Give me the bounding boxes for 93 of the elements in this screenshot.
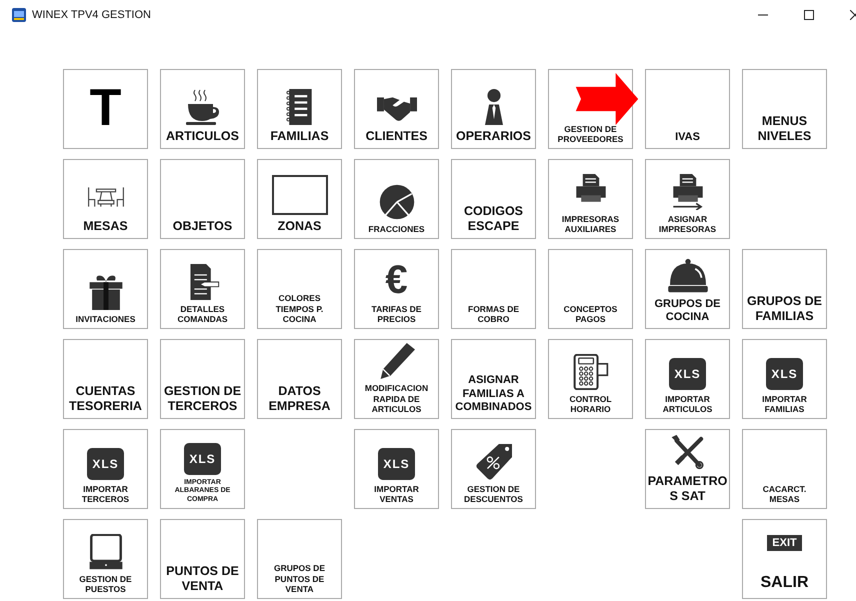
tile-label: OBJETOS [172, 219, 232, 234]
tile-label: OPERARIOS [456, 129, 531, 144]
menu-tile[interactable]: GRUPOS DE COCINA [645, 249, 730, 329]
spreadsheet-file-icon: XLS [766, 358, 803, 390]
menu-tile[interactable]: CODIGOS ESCAPE [451, 159, 536, 239]
maximize-icon[interactable] [804, 10, 814, 20]
spreadsheet-file-icon: XLS [184, 442, 221, 475]
menu-tile[interactable]: GESTION DE TERCEROS [160, 339, 245, 419]
tile-label: CACARCT. MESAS [762, 484, 806, 504]
menu-tile[interactable]: IMPRESORAS AUXILIARES [548, 159, 633, 239]
tile-label: GESTION DE TERCEROS [164, 384, 242, 414]
menu-tile[interactable]: € TARIFAS DE PRECIOS [354, 249, 439, 329]
tile-label: IVAS [675, 130, 700, 144]
menu-tile[interactable]: CONTROL HORARIO [548, 339, 633, 419]
menu-tile[interactable]: OPERARIOS [451, 69, 536, 149]
tile-label: GESTION DE PROVEEDORES [558, 124, 624, 144]
menu-tile[interactable]: DATOS EMPRESA [257, 339, 342, 419]
discount-tag-icon [474, 444, 514, 480]
tile-label: COLORES TIEMPOS P. COCINA [276, 293, 324, 324]
rectangle-icon [272, 175, 328, 215]
tile-label: PUNTOS DE VENTA [166, 564, 239, 594]
tile-label: CONCEPTOS PAGOS [564, 304, 618, 324]
tile-label: INVITACIONES [76, 314, 136, 324]
menu-tile[interactable]: EXIT SALIR [742, 519, 827, 599]
letter-icon: T [90, 82, 122, 134]
serving-cloche-icon [668, 258, 708, 294]
tile-label: CODIGOS ESCAPE [464, 204, 524, 234]
tile-label: MESAS [83, 219, 128, 234]
menu-tile[interactable]: CONCEPTOS PAGOS [548, 249, 633, 329]
menu-tile[interactable]: MESAS [63, 159, 148, 239]
menu-tile[interactable]: XLS IMPORTAR TERCEROS [63, 429, 148, 509]
spreadsheet-file-icon: XLS [378, 448, 415, 480]
tile-label: FRACCIONES [368, 224, 425, 234]
menu-tile[interactable]: GRUPOS DE PUNTOS DE VENTA [257, 519, 342, 599]
tile-label: CLIENTES [366, 129, 428, 144]
window-title: WINEX TPV4 GESTION [32, 9, 151, 21]
euro-icon: € [385, 260, 408, 300]
tile-label: IMPORTAR FAMILIAS [762, 394, 807, 414]
tile-label: GESTION DE DESCUENTOS [464, 484, 523, 504]
menu-tile[interactable]: COLORES TIEMPOS P. COCINA [257, 249, 342, 329]
menu-tile[interactable]: ZONAS [257, 159, 342, 239]
tile-label: DETALLES COMANDAS [177, 304, 228, 324]
menu-tile[interactable]: PUNTOS DE VENTA [160, 519, 245, 599]
menu-tile[interactable]: DETALLES COMANDAS [160, 249, 245, 329]
menu-tile[interactable]: OBJETOS [160, 159, 245, 239]
menu-tile[interactable]: CUENTAS TESORERIA [63, 339, 148, 419]
menu-tile[interactable]: GESTION DE DESCUENTOS [451, 429, 536, 509]
tile-label: CUENTAS TESORERIA [69, 384, 142, 414]
menu-tile[interactable]: CLIENTES [354, 69, 439, 149]
tile-label: ARTICULOS [166, 129, 239, 144]
menu-tile[interactable]: FAMILIAS [257, 69, 342, 149]
tile-label: DATOS EMPRESA [268, 384, 330, 414]
menu-tile[interactable]: PARAMETRO S SAT [645, 429, 730, 509]
menu-tile[interactable]: MENUS NIVELES [742, 69, 827, 149]
tile-label: IMPORTAR TERCEROS [82, 484, 130, 504]
tile-label: MENUS NIVELES [758, 114, 812, 144]
app-icon [12, 8, 26, 22]
menu-tile[interactable]: GRUPOS DE FAMILIAS [742, 249, 827, 329]
tile-label: TARIFAS DE PRECIOS [372, 304, 422, 324]
menu-tile[interactable]: IVAS [645, 69, 730, 149]
menu-tile[interactable]: T [63, 69, 148, 149]
spreadsheet-file-icon: XLS [669, 358, 706, 390]
exit-sign-icon: EXIT [767, 534, 802, 551]
tile-label: GESTION DE PUESTOS [79, 574, 132, 594]
tile-label: ASIGNAR IMPRESORAS [658, 214, 716, 234]
menu-tile[interactable]: FRACCIONES [354, 159, 439, 239]
tile-label: ZONAS [278, 219, 322, 234]
menu-tile[interactable]: MODIFICACION RAPIDA DE ARTICULOS [354, 339, 439, 419]
tile-label: GRUPOS DE PUNTOS DE VENTA [274, 563, 325, 594]
tile-label: FAMILIAS [270, 129, 329, 144]
menu-tile[interactable]: ASIGNAR FAMILIAS A COMBINADOS [451, 339, 536, 419]
tile-label: IMPORTAR VENTAS [374, 484, 419, 504]
tile-label: CONTROL HORARIO [569, 394, 612, 414]
menu-tile[interactable]: ASIGNAR IMPRESORAS [645, 159, 730, 239]
tile-label: SALIR [760, 572, 808, 593]
menu-tile[interactable]: XLS IMPORTAR VENTAS [354, 429, 439, 509]
tile-label: PARAMETRO S SAT [648, 474, 728, 504]
tile-label: ASIGNAR FAMILIAS A COMBINADOS [455, 374, 532, 414]
tile-label: IMPRESORAS AUXILIARES [562, 214, 620, 234]
menu-tile[interactable]: ARTICULOS [160, 69, 245, 149]
menu-tile[interactable]: GESTION DE PUESTOS [63, 519, 148, 599]
tile-label: FORMAS DE COBRO [468, 304, 519, 324]
menu-tile[interactable]: CACARCT. MESAS [742, 429, 827, 509]
calculator-icon [570, 354, 610, 390]
tile-label: IMPORTAR ARTICULOS [662, 394, 712, 414]
menu-tile[interactable]: XLS IMPORTAR FAMILIAS [742, 339, 827, 419]
menu-tile[interactable]: XLS IMPORTAR ARTICULOS [645, 339, 730, 419]
tile-label: GRUPOS DE COCINA [654, 298, 720, 324]
tile-label: GRUPOS DE FAMILIAS [746, 294, 822, 324]
tile-label: MODIFICACION RAPIDA DE ARTICULOS [364, 383, 428, 414]
menu-tile[interactable]: FORMAS DE COBRO [451, 249, 536, 329]
spreadsheet-file-icon: XLS [87, 448, 124, 480]
menu-tile[interactable]: INVITACIONES [63, 249, 148, 329]
